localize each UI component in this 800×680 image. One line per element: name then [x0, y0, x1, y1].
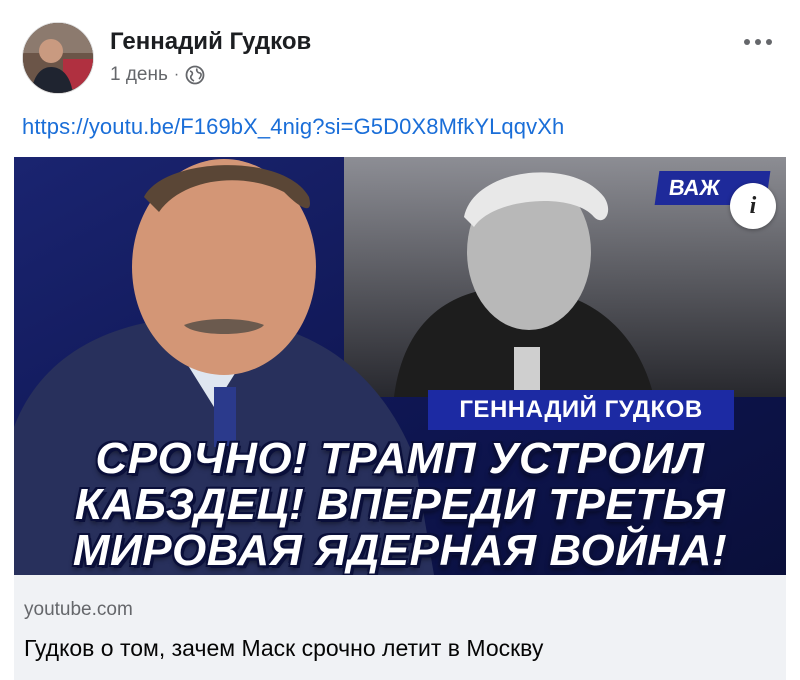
globe-icon: [185, 65, 205, 85]
link-domain: youtube.com: [24, 599, 133, 620]
dot-icon: [755, 39, 761, 45]
video-thumbnail[interactable]: ВАЖ i ГЕННАДИЙ ГУДКОВ СРОЧНО! ТРАМП УСТР…: [14, 157, 786, 575]
link-preview-footer[interactable]: youtube.com Гудков о том, зачем Маск сро…: [14, 575, 786, 680]
headline-line: МИРОВАЯ ЯДЕРНАЯ ВОЙНА!: [72, 526, 728, 575]
post-link[interactable]: https://youtu.be/F169bX_4nig?si=G5D0X8Mf…: [22, 114, 564, 140]
post-time[interactable]: 1 день: [110, 64, 168, 86]
author-name[interactable]: Геннадий Гудков: [110, 28, 311, 56]
post-header: Геннадий Гудков 1 день ·: [0, 0, 800, 110]
headline-line: СРОЧНО! ТРАМП УСТРОИЛ: [95, 434, 705, 483]
dot-icon: [744, 39, 750, 45]
link-title[interactable]: Гудков о том, зачем Маск срочно летит в …: [24, 635, 543, 662]
dot-icon: [766, 39, 772, 45]
info-button[interactable]: i: [730, 183, 776, 229]
author-avatar[interactable]: [22, 22, 94, 94]
meta-separator: ·: [173, 66, 180, 83]
post-meta: 1 день ·: [110, 64, 205, 86]
speaker-banner: ГЕННАДИЙ ГУДКОВ: [428, 390, 734, 430]
more-options-button[interactable]: [740, 32, 776, 52]
headline-line: КАБЗДЕЦ! ВПЕРЕДИ ТРЕТЬЯ: [74, 480, 726, 529]
